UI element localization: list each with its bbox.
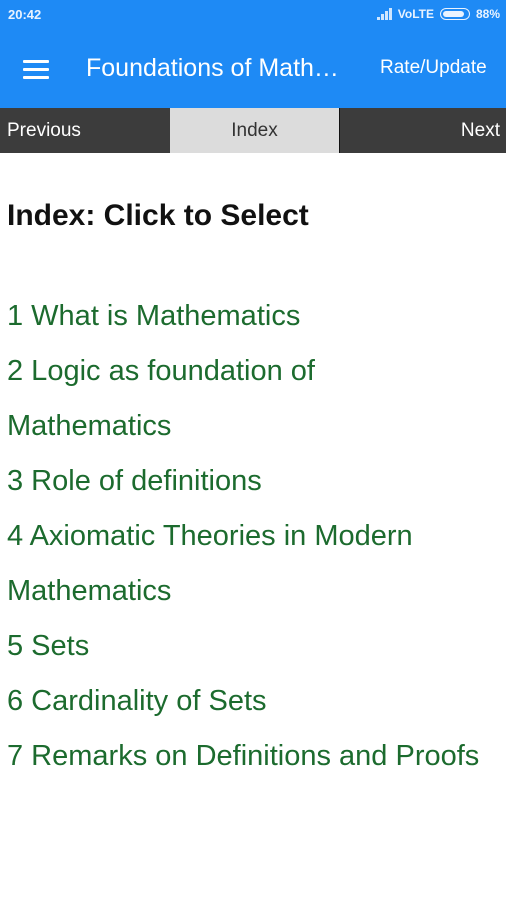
status-time: 20:42 — [8, 7, 42, 22]
battery-fill — [442, 11, 465, 17]
navigation-bar: Previous Index Next — [0, 108, 506, 153]
index-item-5[interactable]: 5 Sets — [7, 619, 487, 674]
signal-icon — [376, 8, 392, 20]
index-item-7[interactable]: 7 Remarks on Definitions and Proofs — [7, 729, 487, 784]
index-item-1[interactable]: 1 What is Mathematics — [7, 289, 487, 344]
status-bar: 20:42 VoLTE 88% — [0, 0, 506, 30]
toolbar: Foundations of Math… Rate/Update — [0, 30, 506, 108]
network-label: VoLTE — [397, 7, 434, 21]
index-item-2[interactable]: 2 Logic as foundation of Mathematics — [7, 344, 487, 454]
index-list: 1 What is Mathematics 2 Logic as foundat… — [7, 289, 487, 784]
app-bar: 20:42 VoLTE 88% Foundations of Math… Rat… — [0, 0, 506, 108]
index-item-6[interactable]: 6 Cardinality of Sets — [7, 674, 487, 729]
previous-button[interactable]: Previous — [0, 108, 170, 153]
next-button[interactable]: Next — [339, 108, 506, 153]
hamburger-menu-icon[interactable] — [23, 48, 55, 90]
index-button[interactable]: Index — [170, 108, 339, 153]
index-item-4[interactable]: 4 Axiomatic Theories in Modern Mathemati… — [7, 509, 487, 619]
app-title: Foundations of Math… — [86, 54, 339, 82]
page-title: Index: Click to Select — [7, 199, 309, 232]
index-item-3[interactable]: 3 Role of definitions — [7, 454, 487, 509]
battery-percent: 88% — [475, 7, 500, 21]
rate-update-button[interactable]: Rate/Update — [380, 57, 487, 79]
status-indicators: VoLTE 88% — [376, 7, 500, 21]
battery-icon — [439, 8, 470, 20]
